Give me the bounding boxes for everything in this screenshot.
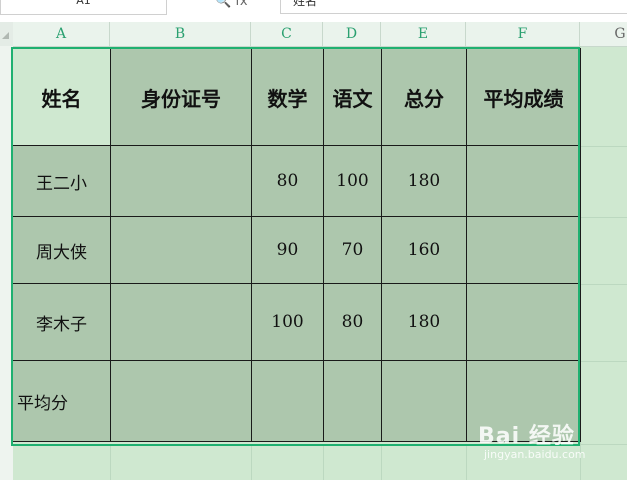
score-table: 姓名 身份证号 数学 语文 总分 平均成绩 王二小 80 100 180 周大侠…: [12, 48, 581, 442]
column-header-b[interactable]: B: [110, 22, 251, 46]
gridline: [580, 284, 627, 285]
cell-c4[interactable]: 100: [251, 283, 324, 361]
column-header-g[interactable]: G: [600, 22, 627, 46]
cell-d4[interactable]: 80: [323, 283, 382, 361]
column-header-d[interactable]: D: [323, 22, 381, 46]
cell-b2[interactable]: [110, 145, 252, 217]
select-all-icon: [2, 32, 9, 39]
cell-e1[interactable]: 总分: [381, 48, 467, 146]
cell-c2[interactable]: 80: [251, 145, 324, 217]
column-header-f[interactable]: F: [466, 22, 580, 46]
cell-d5[interactable]: [323, 360, 382, 442]
gridline: [580, 361, 627, 362]
cell-e4[interactable]: 180: [381, 283, 467, 361]
cell-c1[interactable]: 数学: [251, 48, 324, 146]
column-header-a[interactable]: A: [13, 22, 110, 46]
watermark-logo-text: Bai 经验: [478, 424, 575, 449]
table-row: 王二小 80 100 180: [12, 145, 581, 217]
select-all-corner[interactable]: [0, 22, 13, 46]
cell-f4[interactable]: [466, 283, 581, 361]
formula-input[interactable]: 姓名: [280, 0, 627, 14]
cell-c3[interactable]: 90: [251, 216, 324, 284]
table-row: 周大侠 90 70 160: [12, 216, 581, 284]
cell-d1[interactable]: 语文: [323, 48, 382, 146]
gridline: [466, 444, 467, 480]
cell-a4[interactable]: 李木子: [12, 283, 111, 361]
cell-e5[interactable]: [381, 360, 467, 442]
cell-d2[interactable]: 100: [323, 145, 382, 217]
cell-e3[interactable]: 160: [381, 216, 467, 284]
cell-b5[interactable]: [110, 360, 252, 442]
formula-bar: A1 🔍 fx 姓名: [0, 0, 627, 23]
cell-b3[interactable]: [110, 216, 252, 284]
cell-f2[interactable]: [466, 145, 581, 217]
gridline: [580, 146, 627, 147]
cell-c5[interactable]: [251, 360, 324, 442]
column-header-c[interactable]: C: [251, 22, 323, 46]
cell-a1[interactable]: 姓名: [12, 48, 111, 146]
cell-a5[interactable]: 平均分: [12, 360, 111, 442]
watermark-url: jingyan.baidu.com: [484, 448, 586, 461]
cell-f3[interactable]: [466, 216, 581, 284]
gridline: [323, 444, 324, 480]
header-row: 姓名 身份证号 数学 语文 总分 平均成绩: [12, 48, 581, 146]
formula-icons[interactable]: 🔍 fx: [215, 0, 248, 14]
cell-a2[interactable]: 王二小: [12, 145, 111, 217]
gridline: [110, 444, 111, 480]
gridline: [381, 444, 382, 480]
column-header-e[interactable]: E: [381, 22, 466, 46]
column-header-strip: A B C D E F G: [0, 22, 627, 47]
cell-b1[interactable]: 身份证号: [110, 48, 252, 146]
cell-b4[interactable]: [110, 283, 252, 361]
cell-d3[interactable]: 70: [323, 216, 382, 284]
baidu-watermark: Bai 经验 jingyan.baidu.com: [478, 418, 623, 468]
cell-a3[interactable]: 周大侠: [12, 216, 111, 284]
name-box[interactable]: A1: [0, 0, 167, 15]
cell-e2[interactable]: 180: [381, 145, 467, 217]
table-row: 李木子 100 80 180: [12, 283, 581, 361]
gridline: [580, 217, 627, 218]
gridline: [251, 444, 252, 480]
cell-f1[interactable]: 平均成绩: [466, 48, 581, 146]
